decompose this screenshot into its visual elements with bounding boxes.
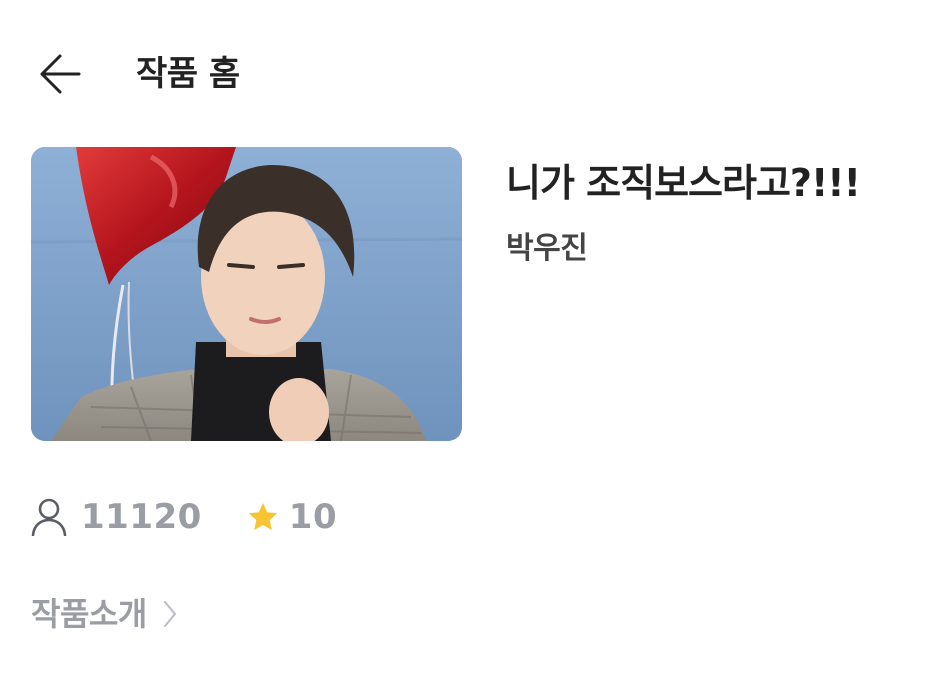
chevron-right-icon — [163, 601, 176, 627]
person-icon — [31, 498, 67, 536]
rating: 10 — [202, 495, 337, 539]
stats-row: 11120 10 — [31, 493, 337, 541]
work-author[interactable]: 박우진 — [506, 229, 588, 269]
rating-value: 10 — [288, 497, 338, 537]
cover-photo[interactable] — [31, 147, 462, 441]
arrow-left-icon — [40, 54, 81, 94]
star-icon — [248, 503, 278, 531]
top-bar: 작품 홈 — [0, 40, 926, 108]
page-title: 작품 홈 — [136, 54, 240, 94]
work-title: 니가 조직보스라고?!!! — [506, 161, 861, 205]
work-intro-link[interactable]: 작품소개 — [31, 592, 177, 636]
cover-illustration — [31, 147, 462, 441]
work-home-screen: 작품 홈 니가 조직보스라고?!!! 박우진 11120 10 작품소개 — [0, 0, 926, 695]
view-count-value: 11120 — [81, 497, 202, 537]
work-intro-label: 작품소개 — [31, 595, 147, 633]
view-count: 11120 — [31, 495, 202, 539]
back-button[interactable] — [30, 48, 90, 100]
